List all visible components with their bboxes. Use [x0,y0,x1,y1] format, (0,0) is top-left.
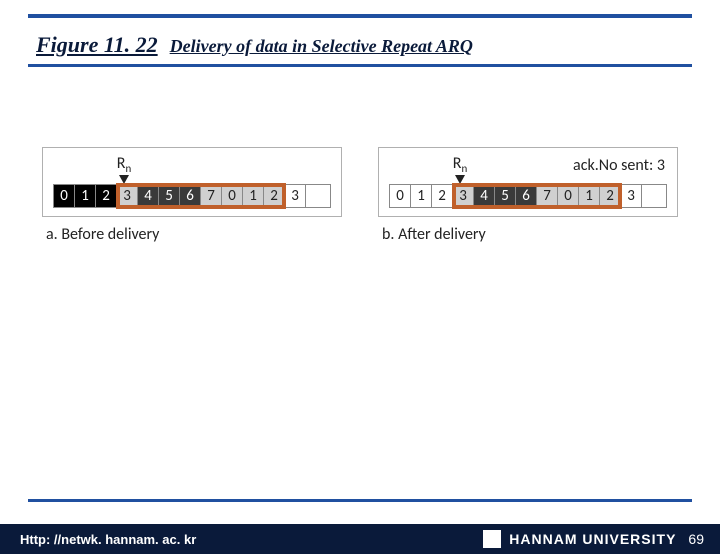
figure-heading: Figure 11. 22 Delivery of data in Select… [36,32,692,58]
cell: 1 [579,185,600,207]
panel-after: ack.No sent: 3 Rn 0 1 2 3 4 5 6 7 0 1 2 … [378,147,678,244]
rn-sub: n [125,162,131,175]
cell: 3 [285,185,306,207]
cells-before: 0 1 2 3 4 5 6 7 0 1 2 3 [53,184,331,208]
rn-pointer-after: Rn [448,154,472,184]
footer-university: HANNAM UNIVERSITY [509,531,676,547]
cell: 3 [621,185,642,207]
sub-rule [28,64,692,67]
cell: 6 [180,185,201,207]
arrow-down-icon [119,175,129,184]
cell: 2 [600,185,621,207]
figure-number: Figure 11. 22 [36,32,158,58]
panel-before-caption: a. Before delivery [46,225,342,244]
footer: Http: //netwk. hannam. ac. kr HANNAM UNI… [0,524,720,554]
panel-after-caption: b. After delivery [382,225,678,244]
ack-label: ack.No sent: 3 [573,156,665,175]
cell: 2 [432,185,453,207]
cell: 0 [222,185,243,207]
cell: 2 [96,185,117,207]
cell: 4 [138,185,159,207]
cell: 3 [453,185,474,207]
cell: 0 [558,185,579,207]
cell: 4 [474,185,495,207]
cell: 6 [516,185,537,207]
cell: 1 [243,185,264,207]
cell: 5 [159,185,180,207]
cells-after: 0 1 2 3 4 5 6 7 0 1 2 3 [389,184,667,208]
cell: 2 [264,185,285,207]
cell: 3 [117,185,138,207]
cell: 1 [411,185,432,207]
rn-sub: n [461,162,467,175]
cell: 7 [537,185,558,207]
cell: 0 [390,185,411,207]
cell: 5 [495,185,516,207]
panel-before: Rn 0 1 2 3 4 5 6 7 0 1 2 3 a. Before del… [42,147,342,244]
figure-caption: Delivery of data in Selective Repeat ARQ [170,36,473,57]
arrow-down-icon [455,175,465,184]
cell: 7 [201,185,222,207]
university-logo-icon [483,530,501,548]
rn-pointer-before: Rn [112,154,136,184]
cell: 0 [54,185,75,207]
footer-rule [28,499,692,502]
footer-page: 69 [688,531,704,547]
footer-url: Http: //netwk. hannam. ac. kr [20,532,483,547]
cell: 1 [75,185,96,207]
diagrams: Rn 0 1 2 3 4 5 6 7 0 1 2 3 a. Before del… [0,147,720,244]
top-rule [28,14,692,18]
